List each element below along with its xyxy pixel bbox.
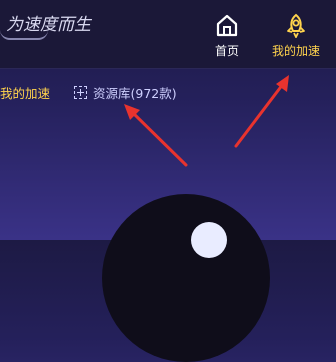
my-speed-link[interactable]: 我的加速 [0,83,50,102]
speed-dial[interactable] [102,194,270,362]
logo-swoosh [0,30,48,40]
nav-my-speed-label: 我的加速 [272,44,321,58]
add-icon [74,86,87,99]
arrow-to-resource-library [124,104,188,167]
nav-home-label: 首页 [214,44,239,58]
home-icon [216,14,238,37]
resource-library-link[interactable]: 资源库(972款) [74,83,177,102]
resource-library-label: 资源库(972款) [93,86,177,101]
nav-my-speed[interactable]: 我的加速 [272,12,320,59]
my-speed-link-label: 我的加速 [0,86,51,101]
speed-dial-center [191,222,227,258]
sub-nav: 我的加速 资源库(972款) [0,76,336,104]
top-bar: 为速度而生 首页 我的加速 [0,0,336,69]
nav-home[interactable]: 首页 [214,12,240,59]
rocket-icon [287,13,305,38]
